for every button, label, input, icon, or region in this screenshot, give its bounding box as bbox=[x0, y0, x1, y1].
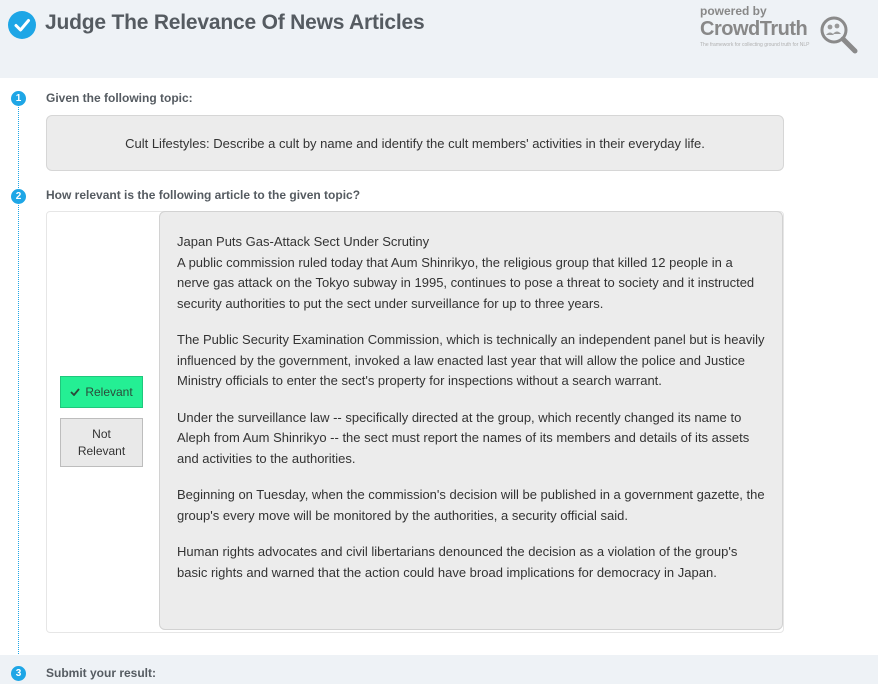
topic-text: Cult Lifestyles: Describe a cult by name… bbox=[125, 135, 705, 151]
not-relevant-label-line2: Relevant bbox=[77, 443, 126, 458]
task-header: Judge The Relevance Of News Articles pow… bbox=[0, 0, 878, 78]
step-timeline bbox=[18, 98, 19, 678]
page-title: Judge The Relevance Of News Articles bbox=[45, 11, 425, 34]
brand-name: CrowdTruth bbox=[700, 18, 808, 40]
article-paragraph-3: Under the surveillance law -- specifical… bbox=[177, 409, 750, 466]
topic-box: Cult Lifestyles: Describe a cult by name… bbox=[46, 115, 784, 171]
check-circle-icon bbox=[8, 11, 36, 39]
step-number-1: 1 bbox=[11, 91, 26, 106]
article-title: Japan Puts Gas-Attack Sect Under Scrutin… bbox=[177, 234, 430, 249]
step-label-1: Given the following topic: bbox=[46, 91, 193, 105]
article-paragraph-4: Beginning on Tuesday, when the commissio… bbox=[177, 487, 765, 523]
step-label-3: Submit your result: bbox=[46, 666, 157, 680]
article-paragraph-1: A public commission ruled today that Aum… bbox=[177, 254, 755, 311]
article-paragraph-2: The Public Security Examination Commissi… bbox=[177, 332, 765, 388]
step-number-3: 3 bbox=[11, 666, 26, 681]
brand-powered-label: powered by bbox=[700, 4, 767, 18]
relevant-button-label: Relevant bbox=[85, 385, 133, 399]
check-icon bbox=[70, 388, 81, 396]
article-box: Japan Puts Gas-Attack Sect Under Scrutin… bbox=[159, 211, 783, 630]
step-number-2: 2 bbox=[11, 189, 26, 204]
crowdtruth-brand: powered by CrowdTruth The framework for … bbox=[700, 4, 860, 54]
brand-tagline: The framework for collecting ground trut… bbox=[700, 42, 810, 48]
not-relevant-label-line1: Not bbox=[92, 426, 111, 441]
article-paragraph-5: Human rights advocates and civil liberta… bbox=[177, 544, 738, 580]
magnifier-logo-icon bbox=[820, 16, 858, 54]
relevant-button[interactable]: Relevant bbox=[60, 376, 143, 408]
not-relevant-button[interactable]: Not Relevant bbox=[60, 418, 143, 467]
step-label-2: How relevant is the following article to… bbox=[46, 188, 361, 202]
